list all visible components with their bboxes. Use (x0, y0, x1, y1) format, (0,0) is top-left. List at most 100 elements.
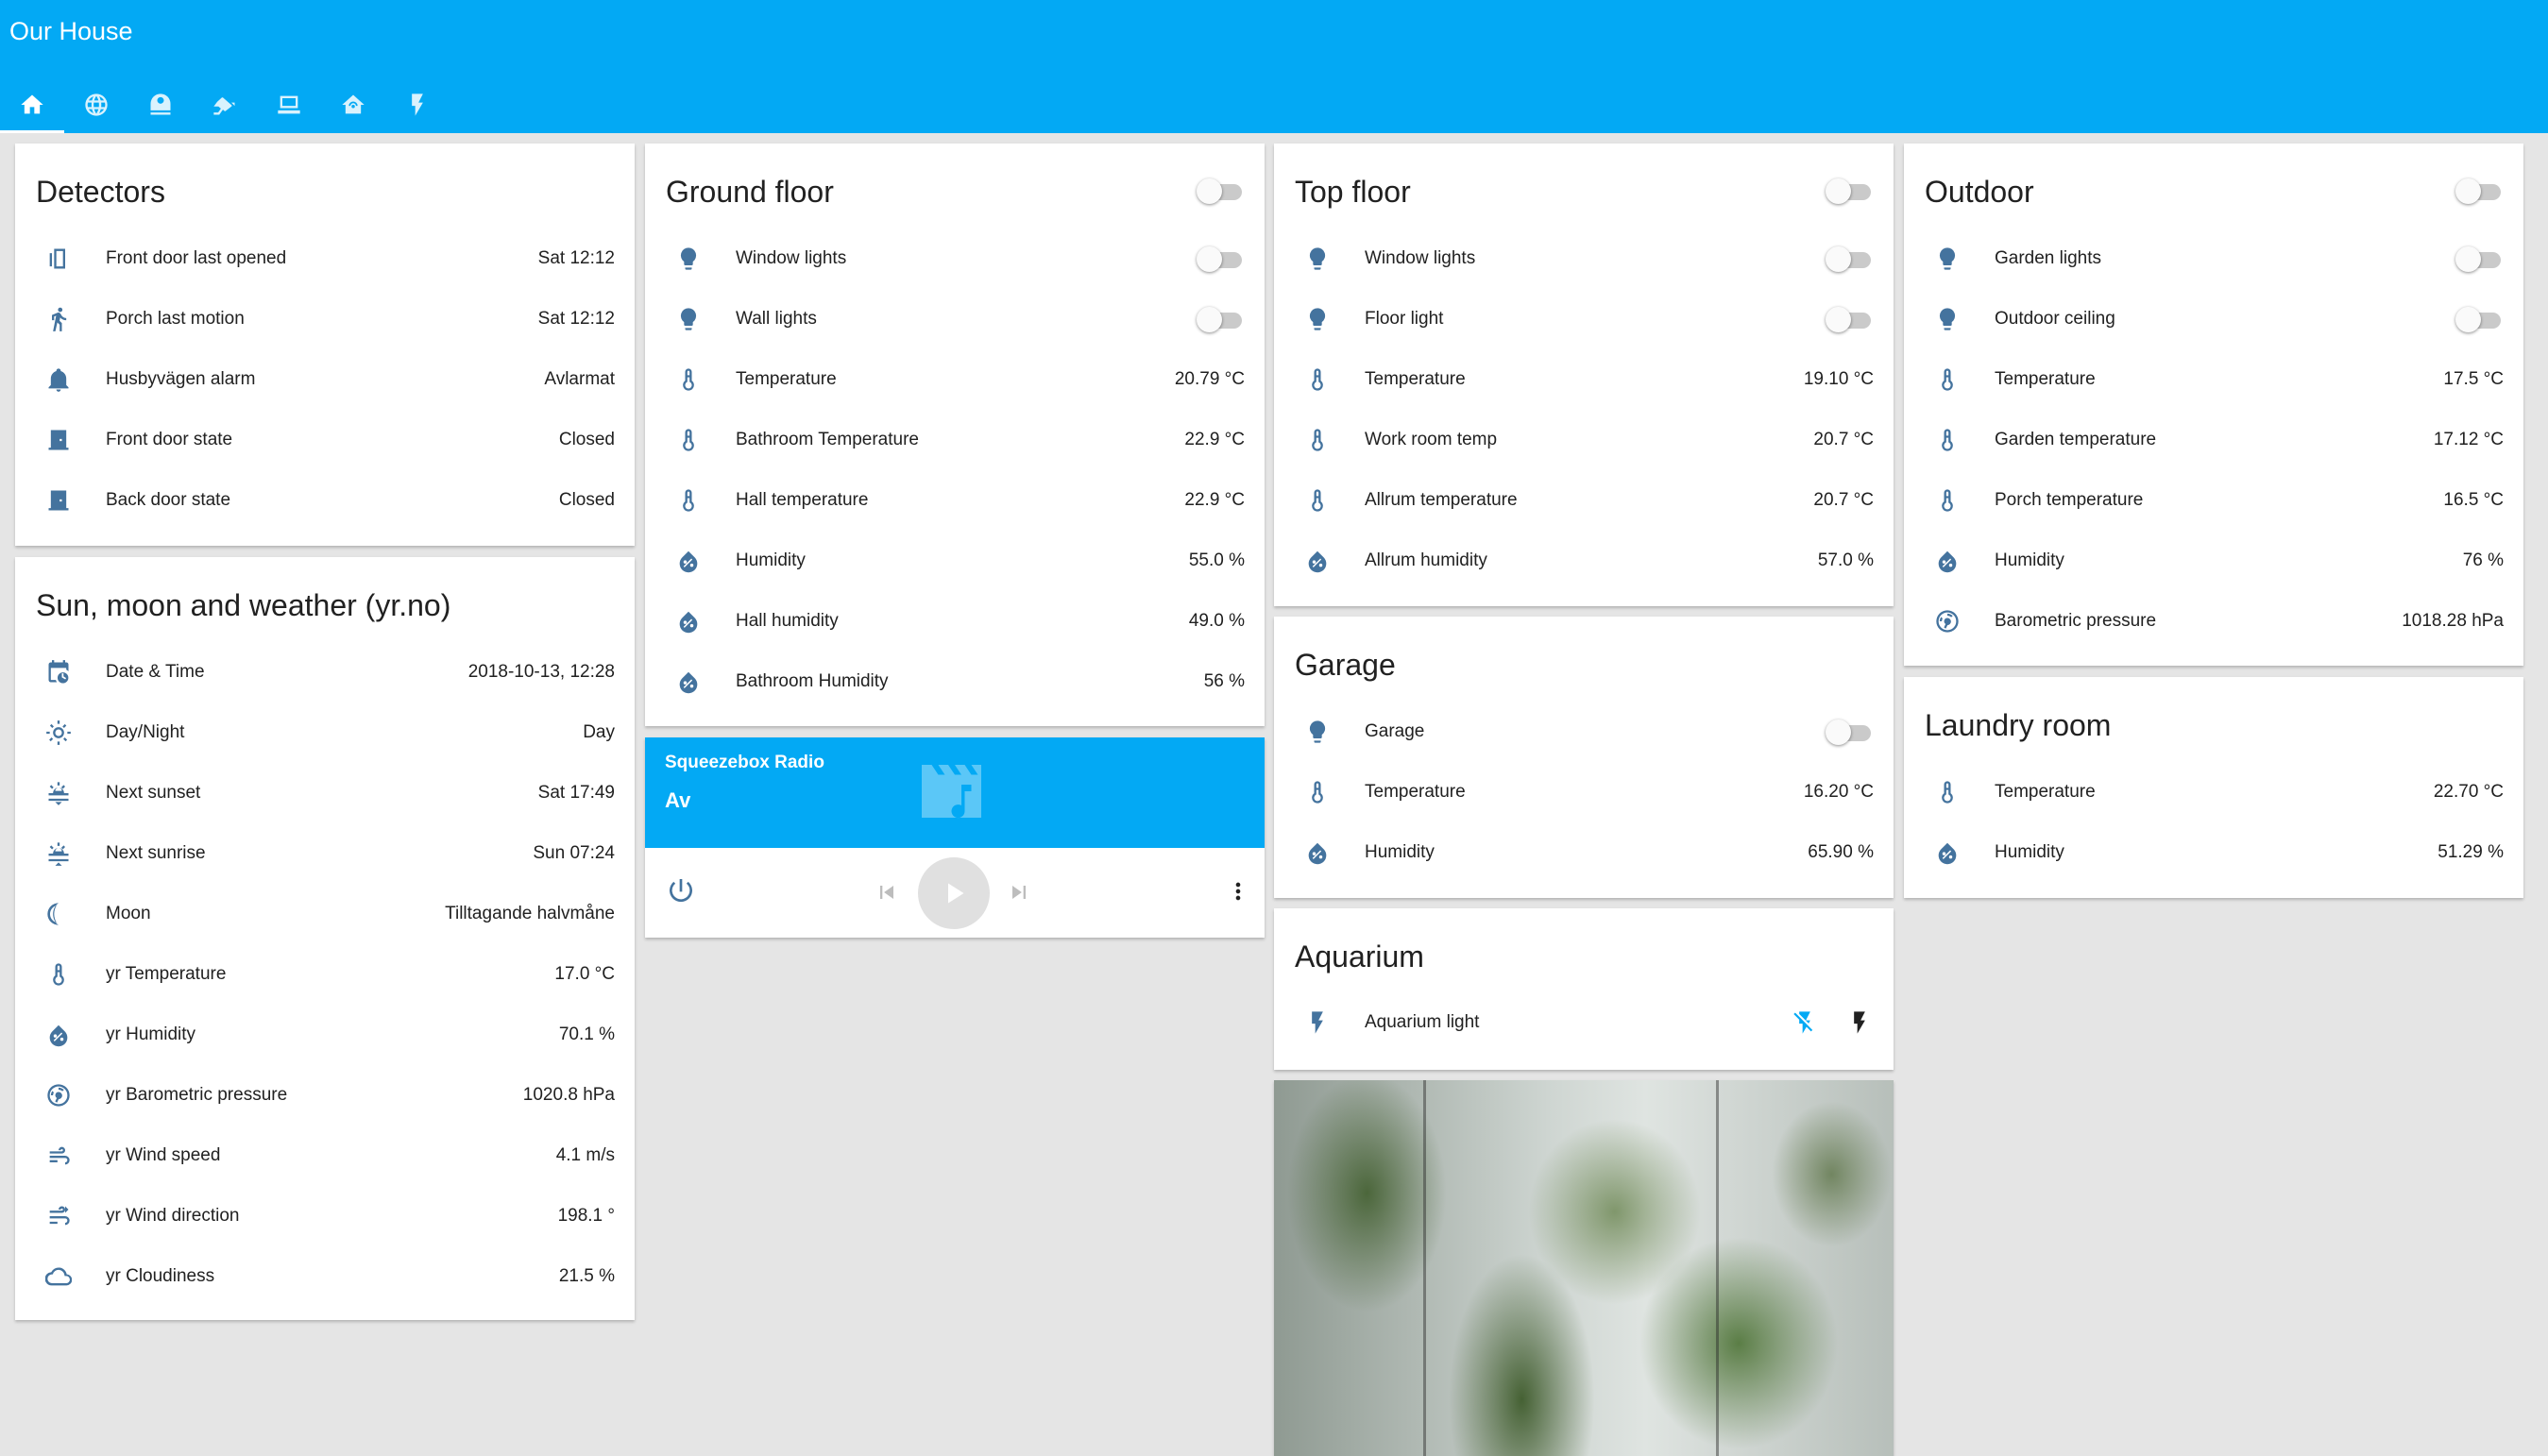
tab-robot-vacuum[interactable] (128, 76, 193, 133)
flash-off-icon (1793, 1011, 1813, 1034)
top-app-bar: Our House (0, 0, 2548, 133)
previous-track-button[interactable] (874, 879, 900, 906)
play-button[interactable] (918, 857, 990, 929)
app-title: Our House (9, 17, 133, 45)
entity-row[interactable]: Window lights (645, 229, 1265, 289)
entity-state: 20.7 °C (1813, 490, 1874, 510)
top-floor-master-toggle[interactable] (1826, 178, 1873, 204)
lightbulb-icon (675, 245, 702, 272)
bell-icon (45, 366, 72, 393)
entity-label: Temperature (1995, 369, 2096, 389)
lightbulb-icon (1304, 306, 1331, 332)
entity-row[interactable]: Garage (1274, 702, 1894, 762)
more-options-button[interactable] (1225, 876, 1251, 906)
water-percent-icon (675, 669, 702, 695)
ground-floor-master-toggle[interactable] (1197, 178, 1244, 204)
entity-label: yr Wind direction (106, 1206, 240, 1226)
entity-row[interactable]: Floor light (1274, 289, 1894, 349)
entity-row[interactable]: Wall lights (645, 289, 1265, 349)
entity-row: Temperature 20.79 °C (645, 349, 1265, 410)
entity-row-aquarium-light: Aquarium light (1274, 992, 1894, 1053)
entity-label: Humidity (1995, 550, 2064, 570)
entity-toggle[interactable] (1197, 307, 1244, 332)
entity-label: Humidity (736, 550, 806, 570)
thermometer-icon (1304, 779, 1331, 805)
entity-row: Porch last motion Sat 12:12 (15, 289, 635, 349)
media-player-state: Av (665, 788, 691, 812)
entity-label: Temperature (736, 369, 837, 389)
entity-toggle[interactable] (1826, 246, 1873, 272)
card-title: Ground floor (666, 175, 834, 209)
entity-state: 57.0 % (1817, 550, 1874, 570)
play-icon (948, 883, 964, 904)
entity-label: Humidity (1365, 842, 1435, 862)
lightbulb-icon (1934, 306, 1961, 332)
thermometer-icon (1304, 427, 1331, 453)
card-title: Outdoor (1925, 175, 2034, 209)
entity-state: Closed (558, 430, 615, 449)
power-button[interactable] (666, 875, 696, 906)
tab-home-automation[interactable] (321, 76, 385, 133)
thermometer-icon (1934, 779, 1961, 805)
thermometer-icon (1934, 487, 1961, 514)
entity-label: Husbyvägen alarm (106, 369, 256, 389)
entity-state: Sat 17:49 (537, 783, 615, 803)
aquarium-camera-image[interactable] (1274, 1080, 1894, 1456)
entity-row[interactable]: Outdoor ceiling (1904, 289, 2523, 349)
card-title: Aquarium (1295, 940, 1424, 973)
entity-row: Front door state Closed (15, 410, 635, 470)
entity-label: Window lights (1365, 248, 1476, 268)
entity-row: Porch temperature 16.5 °C (1904, 470, 2523, 531)
power-icon (670, 879, 692, 903)
entity-row: Humidity 51.29 % (1904, 822, 2523, 883)
entity-row: Hall temperature 22.9 °C (645, 470, 1265, 531)
skip-previous-icon (880, 886, 893, 899)
thermometer-icon (675, 366, 702, 393)
card-title: Laundry room (1925, 708, 2112, 742)
entity-toggle[interactable] (1826, 307, 1873, 332)
entity-toggle[interactable] (2455, 307, 2503, 332)
turn-off-button[interactable] (1792, 1009, 1818, 1036)
tab-globe[interactable] (64, 76, 128, 133)
entity-state: 51.29 % (2438, 842, 2504, 862)
entity-label: yr Cloudiness (106, 1266, 215, 1286)
entity-label: Garden lights (1995, 248, 2102, 268)
outdoor-master-toggle[interactable] (2455, 178, 2503, 204)
entity-state: 2018-10-13, 12:28 (467, 662, 615, 682)
entity-row: yr Temperature 17.0 °C (15, 944, 635, 1005)
entity-toggle[interactable] (1197, 246, 1244, 272)
entity-row: Garden temperature 17.12 °C (1904, 410, 2523, 470)
tab-energy[interactable] (385, 76, 450, 133)
thermometer-icon (1304, 366, 1331, 393)
view-tabs (0, 76, 450, 133)
media-player-card: Squeezebox Radio Av (645, 737, 1265, 938)
thermometer-icon (1934, 427, 1961, 453)
entity-state: 4.1 m/s (555, 1145, 615, 1165)
cloud-icon (44, 1263, 73, 1290)
next-track-button[interactable] (1006, 879, 1032, 906)
flash-icon (1854, 1011, 1865, 1034)
entity-toggle[interactable] (2455, 246, 2503, 272)
entity-row: Moon Tilltagande halvmåne (15, 884, 635, 944)
aquarium-card: Aquarium Aquarium light (1274, 908, 1894, 1070)
door-closed-icon (45, 487, 72, 514)
entity-state: 22.9 °C (1184, 430, 1245, 449)
entity-row: Allrum temperature 20.7 °C (1274, 470, 1894, 531)
entity-row: Front door last opened Sat 12:12 (15, 229, 635, 289)
entity-label: Porch temperature (1995, 490, 2144, 510)
water-percent-icon (1934, 839, 1961, 866)
entity-row[interactable]: Window lights (1274, 229, 1894, 289)
entity-label: Bathroom Temperature (736, 430, 919, 449)
weather-card: Sun, moon and weather (yr.no) Date & Tim… (15, 557, 635, 1320)
tab-home[interactable] (0, 76, 64, 133)
cctv-icon (213, 96, 235, 114)
entity-toggle[interactable] (1826, 720, 1873, 745)
entity-label: Garage (1365, 721, 1425, 741)
tab-laptop[interactable] (257, 76, 321, 133)
entity-row[interactable]: Garden lights (1904, 229, 2523, 289)
entity-state: 16.20 °C (1803, 782, 1874, 802)
sunrise-icon (45, 840, 72, 867)
tab-cctv[interactable] (193, 76, 257, 133)
water-percent-icon (1304, 548, 1331, 574)
turn-on-button[interactable] (1846, 1009, 1873, 1036)
